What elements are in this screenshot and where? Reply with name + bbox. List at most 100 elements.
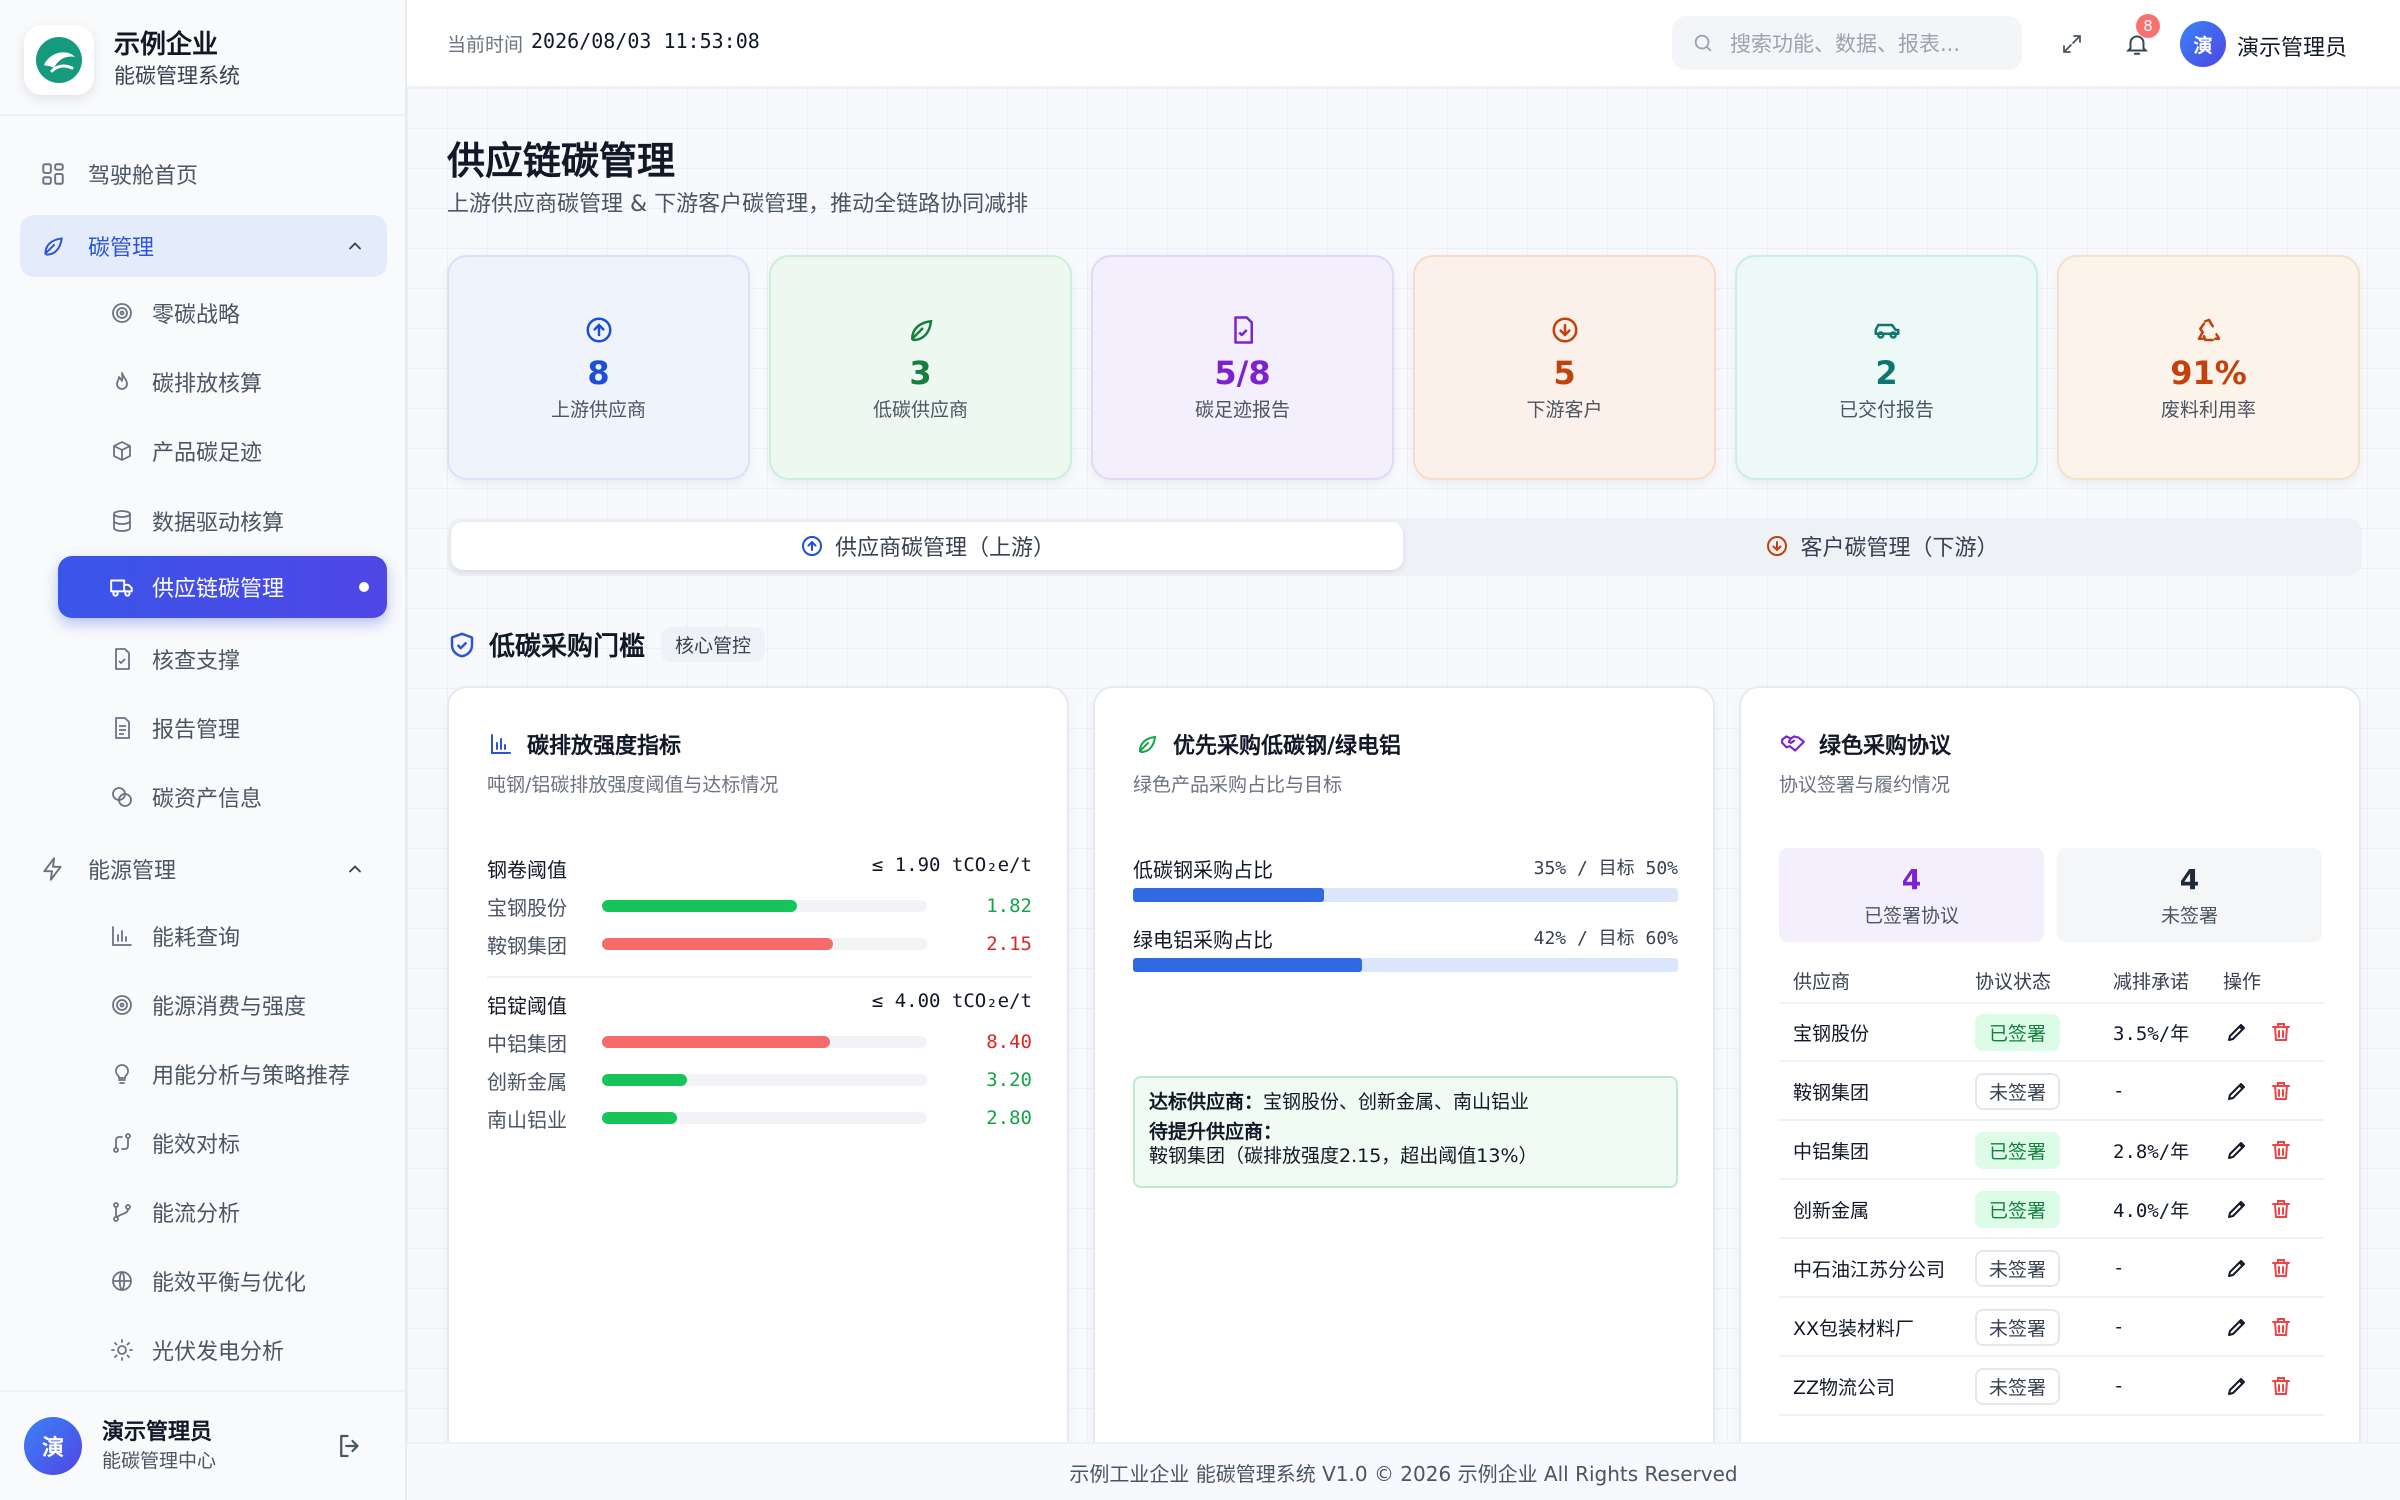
sidebar-item-carbon-assets[interactable]: 碳资产信息	[58, 766, 387, 828]
sidebar-item-reports[interactable]: 报告管理	[58, 697, 387, 759]
sidebar-item-emission-accounting[interactable]: 碳排放核算	[58, 351, 387, 413]
sidebar-item-verification[interactable]: 核查支撑	[58, 628, 387, 690]
delete-icon[interactable]	[2267, 1195, 2295, 1223]
sidebar-item-balance[interactable]: 能效平衡与优化	[58, 1250, 387, 1312]
sidebar-item-energy-query[interactable]: 能耗查询	[58, 905, 387, 967]
delete-icon[interactable]	[2267, 1077, 2295, 1105]
sidebar-item-energy-flow[interactable]: 能流分析	[58, 1181, 387, 1243]
tab-downstream[interactable]: 客户碳管理（下游）	[1405, 522, 2358, 570]
user-footer: 演 演示管理员 能碳管理中心	[0, 1390, 405, 1500]
group-name: 铝锭阈值	[487, 994, 567, 1018]
edit-icon[interactable]	[2223, 1195, 2251, 1223]
intensity-value: 2.80	[986, 1107, 1032, 1129]
table-row: 宝钢股份 已签署 3.5%/年	[1779, 1004, 2324, 1062]
sidebar-item-home[interactable]: 驾驶舱首页	[20, 143, 387, 205]
supplier-cell: 中石油江苏分公司	[1793, 1258, 1946, 1281]
current-time: 2026/08/03 11:53:08	[531, 29, 760, 53]
status-badge: 已签署	[1975, 1131, 2061, 1169]
brand-name: 示例企业	[114, 30, 219, 60]
edit-icon[interactable]	[2223, 1077, 2251, 1105]
delete-icon[interactable]	[2267, 1136, 2295, 1164]
supplier-name: 宝钢股份	[487, 895, 567, 920]
sidebar-item-supply-chain[interactable]: 供应链碳管理	[58, 556, 387, 618]
delete-icon[interactable]	[2267, 1372, 2295, 1400]
chevron-up-icon	[349, 865, 361, 873]
stat-card-footprint[interactable]: 5/8 碳足迹报告	[1091, 255, 1394, 480]
sidebar-group-label: 碳管理	[88, 236, 155, 261]
sidebar-item-energy-intensity[interactable]: 能源消费与强度	[58, 974, 387, 1036]
lightbulb-icon	[108, 1060, 136, 1088]
tab-upstream[interactable]: 供应商碳管理（上游）	[451, 522, 1403, 570]
sidebar-item-label: 零碳战略	[152, 303, 241, 328]
table-row: 中石油江苏分公司 未签署 -	[1779, 1240, 2324, 1298]
divider	[487, 976, 1032, 978]
sidebar-item-data-driven[interactable]: 数据驱动核算	[58, 490, 387, 552]
delete-icon[interactable]	[2267, 1018, 2295, 1046]
stat-value: 2	[1875, 354, 1898, 392]
intensity-bar-fill	[602, 1074, 687, 1086]
sidebar-item-product-footprint[interactable]: 产品碳足迹	[58, 420, 387, 482]
tab-label: 客户碳管理（下游）	[1800, 536, 1999, 561]
edit-icon[interactable]	[2223, 1313, 2251, 1341]
edit-icon[interactable]	[2223, 1136, 2251, 1164]
stat-card-downstream[interactable]: 5 下游客户	[1413, 255, 1716, 480]
progress-value: 42% / 目标 60%	[1533, 928, 1678, 949]
user-name[interactable]: 演示管理员	[2237, 30, 2347, 62]
avatar[interactable]: 演	[2180, 21, 2226, 67]
stat-label: 废料利用率	[2160, 399, 2256, 421]
fullscreen-icon[interactable]	[2057, 29, 2087, 59]
sidebar-group-energy[interactable]: 能源管理	[20, 838, 387, 900]
edit-icon[interactable]	[2223, 1372, 2251, 1400]
supplier-cell: ZZ物流公司	[1793, 1376, 1896, 1399]
lightning-icon	[38, 854, 68, 884]
notification-badge: 8	[2136, 14, 2160, 38]
card-green-procurement: 优先采购低碳钢/绿电铝 绿色产品采购占比与目标 低碳钢采购占比 35% / 目标…	[1093, 686, 1715, 1442]
avatar[interactable]: 演	[24, 1417, 82, 1475]
progress-label: 低碳钢采购占比	[1133, 858, 1273, 882]
sidebar-item-benchmark[interactable]: 能效对标	[58, 1112, 387, 1174]
intensity-bar	[602, 900, 927, 912]
git-branch-icon	[108, 1198, 136, 1226]
flame-icon	[108, 368, 136, 396]
stat-card-upstream[interactable]: 8 上游供应商	[447, 255, 750, 480]
signed-label: 已签署协议	[1863, 904, 1959, 927]
target-icon	[108, 991, 136, 1019]
intensity-value: 3.20	[986, 1069, 1032, 1091]
chevron-up-icon	[349, 242, 361, 250]
intensity-bar	[602, 1074, 927, 1086]
brand[interactable]: 示例企业 能碳管理系统	[24, 25, 240, 95]
sidebar-item-label: 用能分析与策略推荐	[152, 1064, 351, 1089]
stat-label: 已交付报告	[1838, 399, 1934, 421]
edit-icon[interactable]	[2223, 1254, 2251, 1282]
stat-card-recycle[interactable]: 91% 废料利用率	[2057, 255, 2360, 480]
stat-card-delivered[interactable]: 2 已交付报告	[1735, 255, 2038, 480]
stat-value: 3	[909, 354, 932, 392]
edit-icon[interactable]	[2223, 1018, 2251, 1046]
commitment-cell: -	[2113, 1080, 2125, 1102]
delete-icon[interactable]	[2267, 1254, 2295, 1282]
search-input[interactable]: 搜索功能、数据、报表...	[1672, 16, 2022, 70]
card-subtitle: 吨钢/铝碳排放强度阈值与达标情况	[487, 774, 779, 796]
stat-card-lowcarbon[interactable]: 3 低碳供应商	[769, 255, 1072, 480]
stat-value: 5/8	[1214, 354, 1271, 392]
stat-value: 91%	[2170, 354, 2247, 392]
intensity-bar	[602, 1112, 927, 1124]
intensity-value: 2.15	[986, 933, 1032, 955]
supplier-cell: XX包装材料厂	[1793, 1317, 1915, 1340]
table-row: 鞍钢集团 未签署 -	[1779, 1063, 2324, 1121]
sidebar-item-energy-analysis[interactable]: 用能分析与策略推荐	[58, 1043, 387, 1105]
sidebar-item-pv[interactable]: 光伏发电分析	[58, 1319, 387, 1381]
stat-value: 8	[587, 354, 610, 392]
sidebar-group-carbon[interactable]: 碳管理	[20, 215, 387, 277]
intensity-bar-fill	[602, 938, 833, 950]
delete-icon[interactable]	[2267, 1313, 2295, 1341]
sidebar-item-zero-carbon[interactable]: 零碳战略	[58, 282, 387, 344]
leaf-icon	[38, 231, 68, 261]
arrow-down-circle-icon	[1764, 533, 1790, 559]
logout-icon[interactable]	[335, 1431, 365, 1461]
note-label: 达标供应商：	[1149, 1091, 1264, 1113]
stat-label: 下游客户	[1526, 399, 1603, 421]
sidebar-item-label: 光伏发电分析	[152, 1340, 285, 1365]
sidebar-group-label: 能源管理	[88, 859, 177, 884]
leaf-icon	[1133, 730, 1161, 758]
